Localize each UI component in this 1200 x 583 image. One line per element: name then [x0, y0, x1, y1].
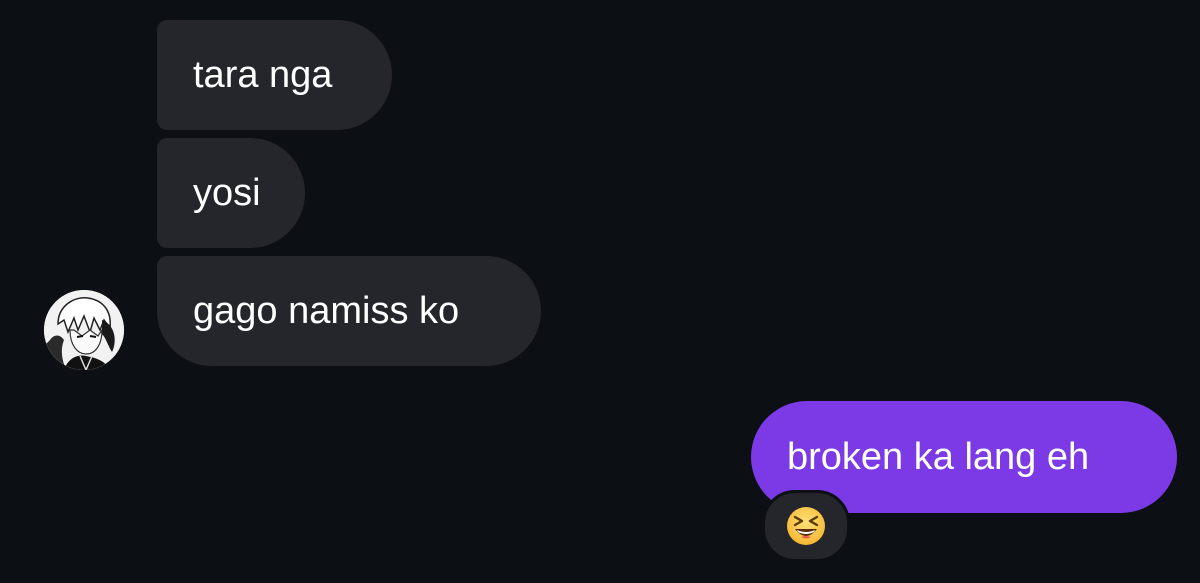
- message-reaction[interactable]: [762, 490, 850, 562]
- incoming-message-bubble[interactable]: yosi: [157, 138, 305, 248]
- avatar-image-icon: [44, 290, 124, 370]
- message-text: broken ka lang eh: [787, 436, 1090, 478]
- laughing-face-icon: [787, 507, 825, 545]
- message-text: yosi: [193, 172, 261, 214]
- message-text: gago namiss ko: [193, 290, 460, 332]
- incoming-message-bubble[interactable]: tara nga: [157, 20, 392, 130]
- message-text: tara nga: [193, 54, 333, 96]
- contact-avatar[interactable]: [44, 290, 124, 370]
- incoming-message-bubble[interactable]: gago namiss ko: [157, 256, 541, 366]
- chat-thread: tara nga yosi gago namiss ko broken ka l…: [0, 0, 1200, 583]
